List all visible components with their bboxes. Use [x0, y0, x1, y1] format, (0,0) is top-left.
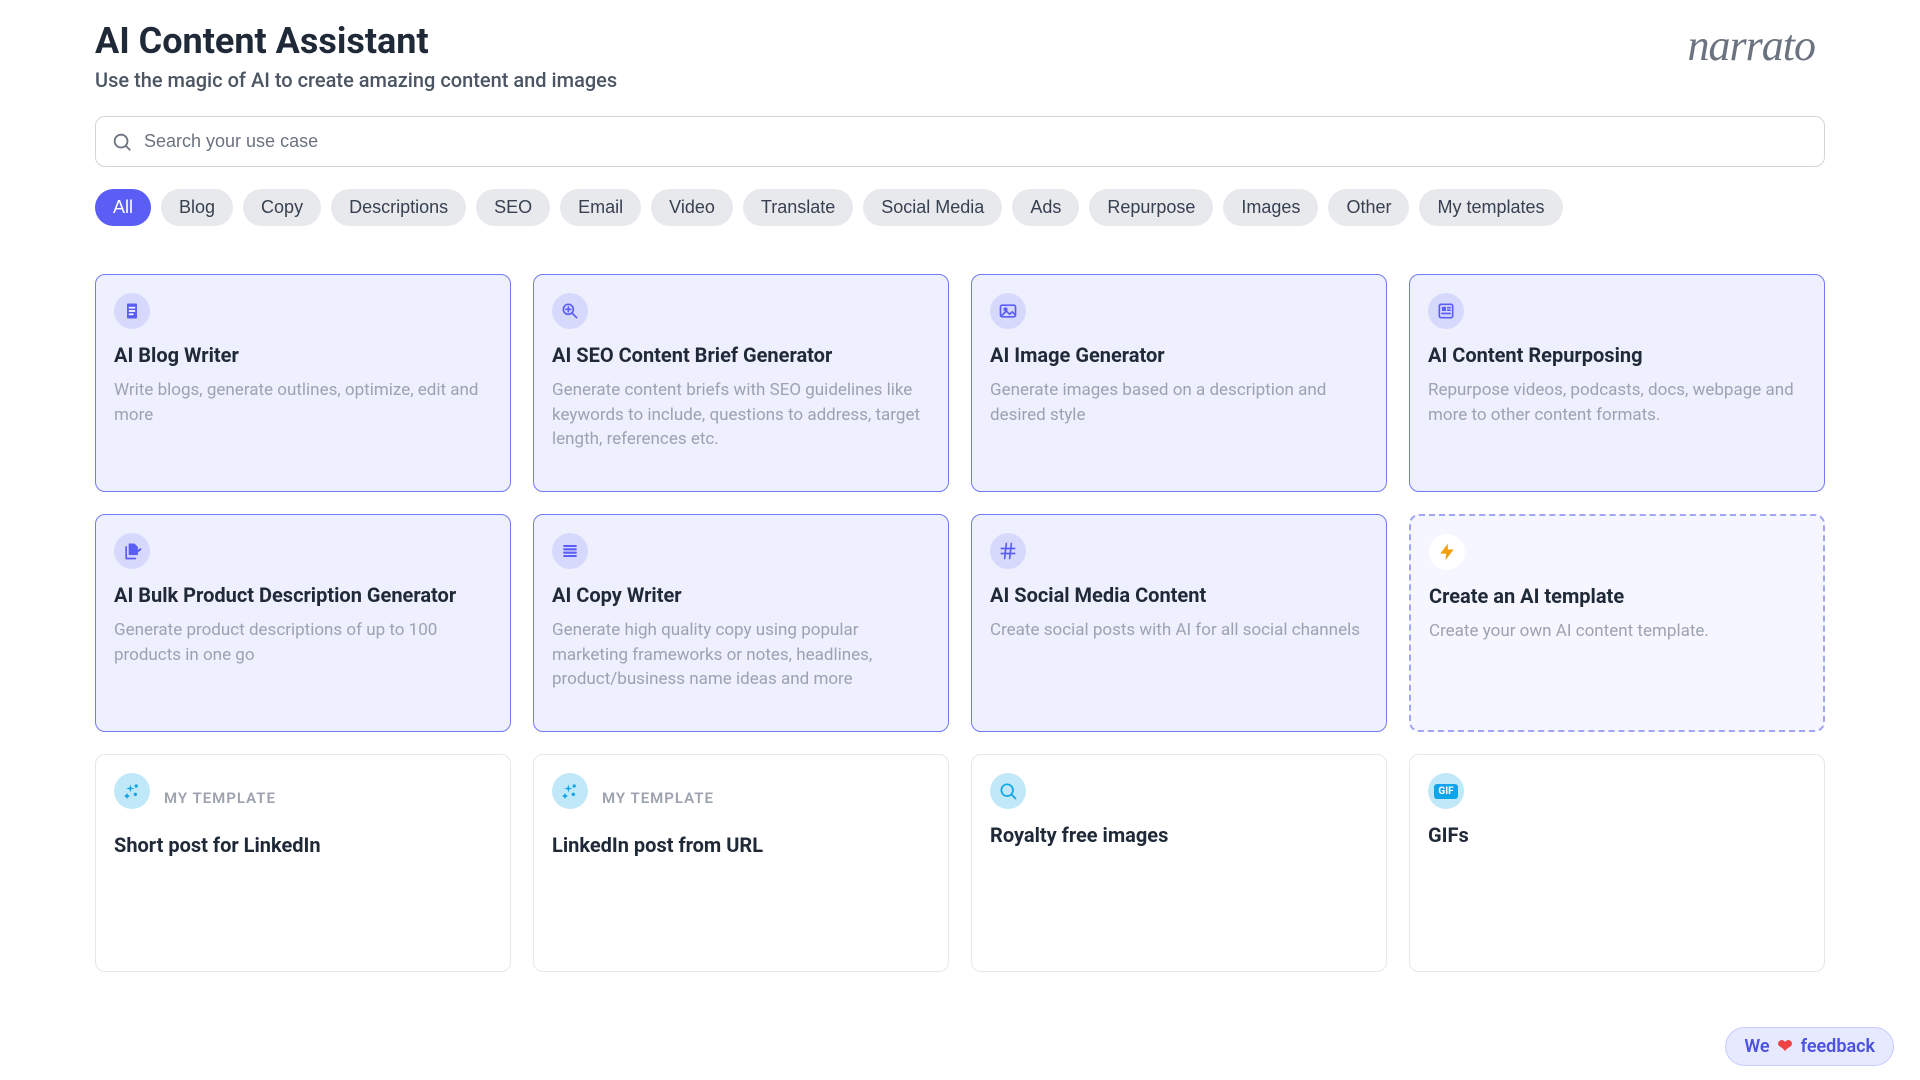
page-subtitle: Use the magic of AI to create amazing co… [95, 68, 617, 92]
filter-chip-ads[interactable]: Ads [1012, 189, 1079, 226]
filter-chip-seo[interactable]: SEO [476, 189, 550, 226]
card-ai-content-repurposing[interactable]: AI Content Repurposing Repurpose videos, … [1409, 274, 1825, 492]
card-ai-seo-content-brief-generator[interactable]: AI SEO Content Brief Generator Generate c… [533, 274, 949, 492]
card-title: AI SEO Content Brief Generator [552, 343, 930, 368]
header: AI Content Assistant Use the magic of AI… [95, 20, 1825, 92]
document-icon [114, 293, 150, 329]
card-title: Create an AI template [1429, 584, 1805, 609]
card-description: Write blogs, generate outlines, optimize… [114, 378, 492, 427]
card-title: AI Blog Writer [114, 343, 492, 368]
card-title: Short post for LinkedIn [114, 833, 492, 858]
card-title: AI Image Generator [990, 343, 1368, 368]
card-description: Create social posts with AI for all soci… [990, 618, 1368, 643]
filter-chip-my-templates[interactable]: My templates [1419, 189, 1562, 226]
search-icon [111, 131, 133, 153]
card-description: Repurpose videos, podcasts, docs, webpag… [1428, 378, 1806, 427]
filter-chip-blog[interactable]: Blog [161, 189, 233, 226]
card-description: Generate product descriptions of up to 1… [114, 618, 492, 667]
files-icon [114, 533, 150, 569]
page-title: AI Content Assistant [95, 20, 617, 62]
card-royalty-free-images[interactable]: Royalty free images [971, 754, 1387, 972]
filter-chip-images[interactable]: Images [1223, 189, 1318, 226]
card-ai-copy-writer[interactable]: AI Copy Writer Generate high quality copy… [533, 514, 949, 732]
magnifier-plus-icon [552, 293, 588, 329]
card-ai-social-media-content[interactable]: AI Social Media Content Create social pos… [971, 514, 1387, 732]
image-icon [990, 293, 1026, 329]
logo: narrato [1688, 20, 1825, 71]
filter-chips: All Blog Copy Descriptions SEO Email Video Tran… [95, 189, 1825, 226]
hash-icon [990, 533, 1026, 569]
card-title: LinkedIn post from URL [552, 833, 930, 858]
card-gifs[interactable]: GIF GIFs [1409, 754, 1825, 972]
card-title: AI Bulk Product Description Generator [114, 583, 492, 608]
filter-chip-repurpose[interactable]: Repurpose [1089, 189, 1213, 226]
feedback-button[interactable]: We ❤ feedback [1725, 1027, 1894, 1066]
filter-chip-email[interactable]: Email [560, 189, 641, 226]
card-description: Generate content briefs with SEO guideli… [552, 378, 930, 452]
card-title: GIFs [1428, 823, 1806, 848]
card-create-an-ai-template[interactable]: Create an AI template Create your own AI … [1409, 514, 1825, 732]
search-input[interactable] [95, 116, 1825, 167]
search-bar [95, 116, 1825, 167]
card-title: AI Content Repurposing [1428, 343, 1806, 368]
card-title: Royalty free images [990, 823, 1368, 848]
card-linkedin-post-from-url[interactable]: MY TEMPLATE LinkedIn post from URL [533, 754, 949, 972]
card-description: Generate high quality copy using popular… [552, 618, 930, 692]
filter-chip-copy[interactable]: Copy [243, 189, 321, 226]
filter-chip-video[interactable]: Video [651, 189, 733, 226]
card-title: AI Copy Writer [552, 583, 930, 608]
filter-chip-descriptions[interactable]: Descriptions [331, 189, 466, 226]
card-title: AI Social Media Content [990, 583, 1368, 608]
search-icon [990, 773, 1026, 809]
feedback-we: We [1744, 1036, 1769, 1057]
bolt-icon [1429, 534, 1465, 570]
heart-icon: ❤ [1778, 1036, 1793, 1057]
card-ai-blog-writer[interactable]: AI Blog Writer Write blogs, generate outl… [95, 274, 511, 492]
sparkle-icon [552, 773, 588, 809]
card-description: Create your own AI content template. [1429, 619, 1805, 644]
feedback-label: feedback [1801, 1036, 1875, 1057]
card-description: Generate images based on a description a… [990, 378, 1368, 427]
my-template-badge: MY TEMPLATE [602, 789, 714, 807]
cards-grid: AI Blog Writer Write blogs, generate outl… [95, 274, 1825, 972]
filter-chip-all[interactable]: All [95, 189, 151, 226]
card-ai-bulk-product-description-generator[interactable]: AI Bulk Product Description Generator Gen… [95, 514, 511, 732]
card-ai-image-generator[interactable]: AI Image Generator Generate images based … [971, 274, 1387, 492]
lines-icon [552, 533, 588, 569]
filter-chip-social-media[interactable]: Social Media [863, 189, 1002, 226]
filter-chip-translate[interactable]: Translate [743, 189, 853, 226]
gif-icon: GIF [1428, 773, 1464, 809]
filter-chip-other[interactable]: Other [1328, 189, 1409, 226]
my-template-badge: MY TEMPLATE [164, 789, 276, 807]
card-short-post-for-linkedin[interactable]: MY TEMPLATE Short post for LinkedIn [95, 754, 511, 972]
sparkle-icon [114, 773, 150, 809]
newspaper-icon [1428, 293, 1464, 329]
